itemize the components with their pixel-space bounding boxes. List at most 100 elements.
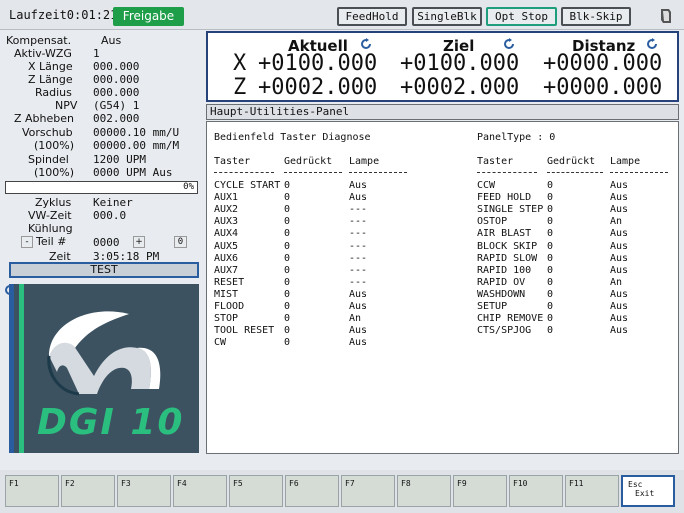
panel-type: PanelType : 0 <box>477 132 556 143</box>
table-row: FEED HOLD 0 Aus <box>207 192 678 204</box>
right-col-pressed: Gedrückt <box>547 156 596 167</box>
button-name: RAPID OV <box>477 276 526 288</box>
button-name: FEED HOLD <box>477 192 532 204</box>
lamp-value: An <box>610 276 623 288</box>
lamp-value: An <box>610 216 623 228</box>
zabheben-label: Z Abheben <box>14 112 75 125</box>
part-decrement-button[interactable]: - <box>21 236 33 248</box>
refresh-actual-icon[interactable] <box>360 38 372 50</box>
button-name: OSTOP <box>477 216 508 228</box>
fkey-f10[interactable]: F10 <box>509 475 563 507</box>
button-name: RAPID 100 <box>477 264 532 276</box>
fkey-f11[interactable]: F11 <box>565 475 619 507</box>
tool-icon[interactable] <box>658 8 672 24</box>
machine-logo: DGI 10 <box>9 284 199 453</box>
x-distance: +0000.000 <box>543 51 663 76</box>
lamp-value: Aus <box>610 264 629 276</box>
pressed-value: 0 <box>284 337 291 349</box>
cycle-value: Keiner <box>93 196 133 209</box>
kompensat-value: Aus <box>101 34 122 47</box>
tool-label: Aktiv-WZG <box>14 47 72 60</box>
feedhold-button[interactable]: FeedHold <box>337 7 407 26</box>
spindle-value: 1200 UPM <box>93 153 146 166</box>
lamp-value: Aus <box>610 240 629 252</box>
panel-title: Haupt-Utilities-Panel <box>206 104 679 120</box>
pressed-value: 0 <box>547 192 554 204</box>
zlen-value: 000.000 <box>93 73 140 86</box>
pressed-value: 0 <box>547 325 554 337</box>
button-name: SETUP <box>477 301 508 312</box>
blockskip-button[interactable]: Blk-Skip <box>561 7 631 26</box>
table-row: CCW 0 Aus <box>207 180 678 192</box>
refresh-target-icon[interactable] <box>503 38 515 50</box>
part-label: Teil # <box>36 235 67 248</box>
coordinate-display: Aktuell Ziel Distanz X +0100.000 +0100.0… <box>206 31 679 102</box>
npv-label: NPV <box>55 99 78 112</box>
button-name: AIR BLAST <box>477 228 532 240</box>
fkey-f3[interactable]: F3 <box>117 475 171 507</box>
pressed-value: 0 <box>547 252 554 264</box>
spindle-label: Spindel <box>28 153 69 166</box>
panel-heading: Bedienfeld Taster Diagnose <box>214 132 371 143</box>
pressed-value: 0 <box>547 180 554 191</box>
fkey-f8[interactable]: F8 <box>397 475 451 507</box>
diagnostics-panel: Bedienfeld Taster Diagnose PanelType : 0… <box>206 121 679 454</box>
radius-value: 000.000 <box>93 86 140 99</box>
esc-label: Esc <box>628 480 643 489</box>
button-name: CW <box>214 337 227 349</box>
test-button[interactable]: TEST <box>9 262 199 278</box>
singleblock-button[interactable]: SingleBlk <box>412 7 482 26</box>
zabheben-value: 002.000 <box>93 112 140 125</box>
right-col-taster: Taster <box>477 156 514 167</box>
xlen-label: X Länge <box>28 60 73 73</box>
pressed-value: 0 <box>547 301 554 312</box>
fkey-f6[interactable]: F6 <box>285 475 339 507</box>
button-name: BLOCK SKIP <box>477 240 538 252</box>
z-actual: +0002.000 <box>258 75 378 100</box>
fkey-f9[interactable]: F9 <box>453 475 507 507</box>
feed-label: Vorschub <box>22 126 73 139</box>
z-distance: +0000.000 <box>543 75 663 100</box>
table-row: CTS/SPJOG 0 Aus <box>207 325 678 337</box>
lamp-value: Aus <box>349 337 368 349</box>
lamp-value: Aus <box>610 192 629 204</box>
fkey-f1[interactable]: F1 <box>5 475 59 507</box>
zlen-label: Z Länge <box>28 73 73 86</box>
feed-override-label: (100%) <box>34 139 75 152</box>
lamp-value: Aus <box>610 301 629 312</box>
table-row: BLOCK SKIP 0 Aus <box>207 241 678 253</box>
fkey-f2[interactable]: F2 <box>61 475 115 507</box>
status-badge: Freigabe <box>113 7 184 26</box>
pressed-value: 0 <box>547 240 554 252</box>
table-row: RAPID SLOW 0 Aus <box>207 253 678 265</box>
part-increment-button[interactable]: + <box>133 236 145 248</box>
x-axis-label: X <box>233 51 247 76</box>
part-count: 0 <box>174 236 187 248</box>
fkey-f5[interactable]: F5 <box>229 475 283 507</box>
runtime-display: Laufzeit0:01:21 <box>9 8 118 22</box>
optstop-button[interactable]: Opt Stop <box>486 7 557 26</box>
table-row: SINGLE STEP 0 Aus <box>207 204 678 216</box>
lamp-value: Aus <box>610 204 629 216</box>
x-actual: +0100.000 <box>258 51 378 76</box>
left-col-taster: Taster <box>214 156 251 167</box>
top-bar: Laufzeit0:01:21 Freigabe FeedHold Single… <box>0 0 684 30</box>
fkey-f4[interactable]: F4 <box>173 475 227 507</box>
esc-exit-button[interactable]: Esc Exit <box>621 475 675 507</box>
cycle-label: Zyklus <box>35 196 72 209</box>
part-value: 0000 <box>93 236 120 249</box>
button-name: SINGLE STEP <box>477 204 544 216</box>
table-row: RAPID 100 0 Aus <box>207 265 678 277</box>
lamp-value: Aus <box>610 228 629 240</box>
feed-value: 00000.10 mm/U <box>93 126 180 139</box>
button-name: WASHDOWN <box>477 288 526 300</box>
exit-label: Exit <box>635 489 655 498</box>
function-key-bar: F1 F2 F3 F4 F5 F6 F7 F8 F9 F10 F11 Esc Exit <box>0 470 684 513</box>
refresh-distance-icon[interactable] <box>646 38 658 50</box>
button-name: RAPID SLOW <box>477 252 538 264</box>
feed-override-value: 00000.00 mm/M <box>93 139 180 152</box>
fkey-f7[interactable]: F7 <box>341 475 395 507</box>
table-row: AIR BLAST 0 Aus <box>207 228 678 240</box>
lamp-value: Aus <box>610 252 629 264</box>
lamp-value: Aus <box>610 313 629 325</box>
